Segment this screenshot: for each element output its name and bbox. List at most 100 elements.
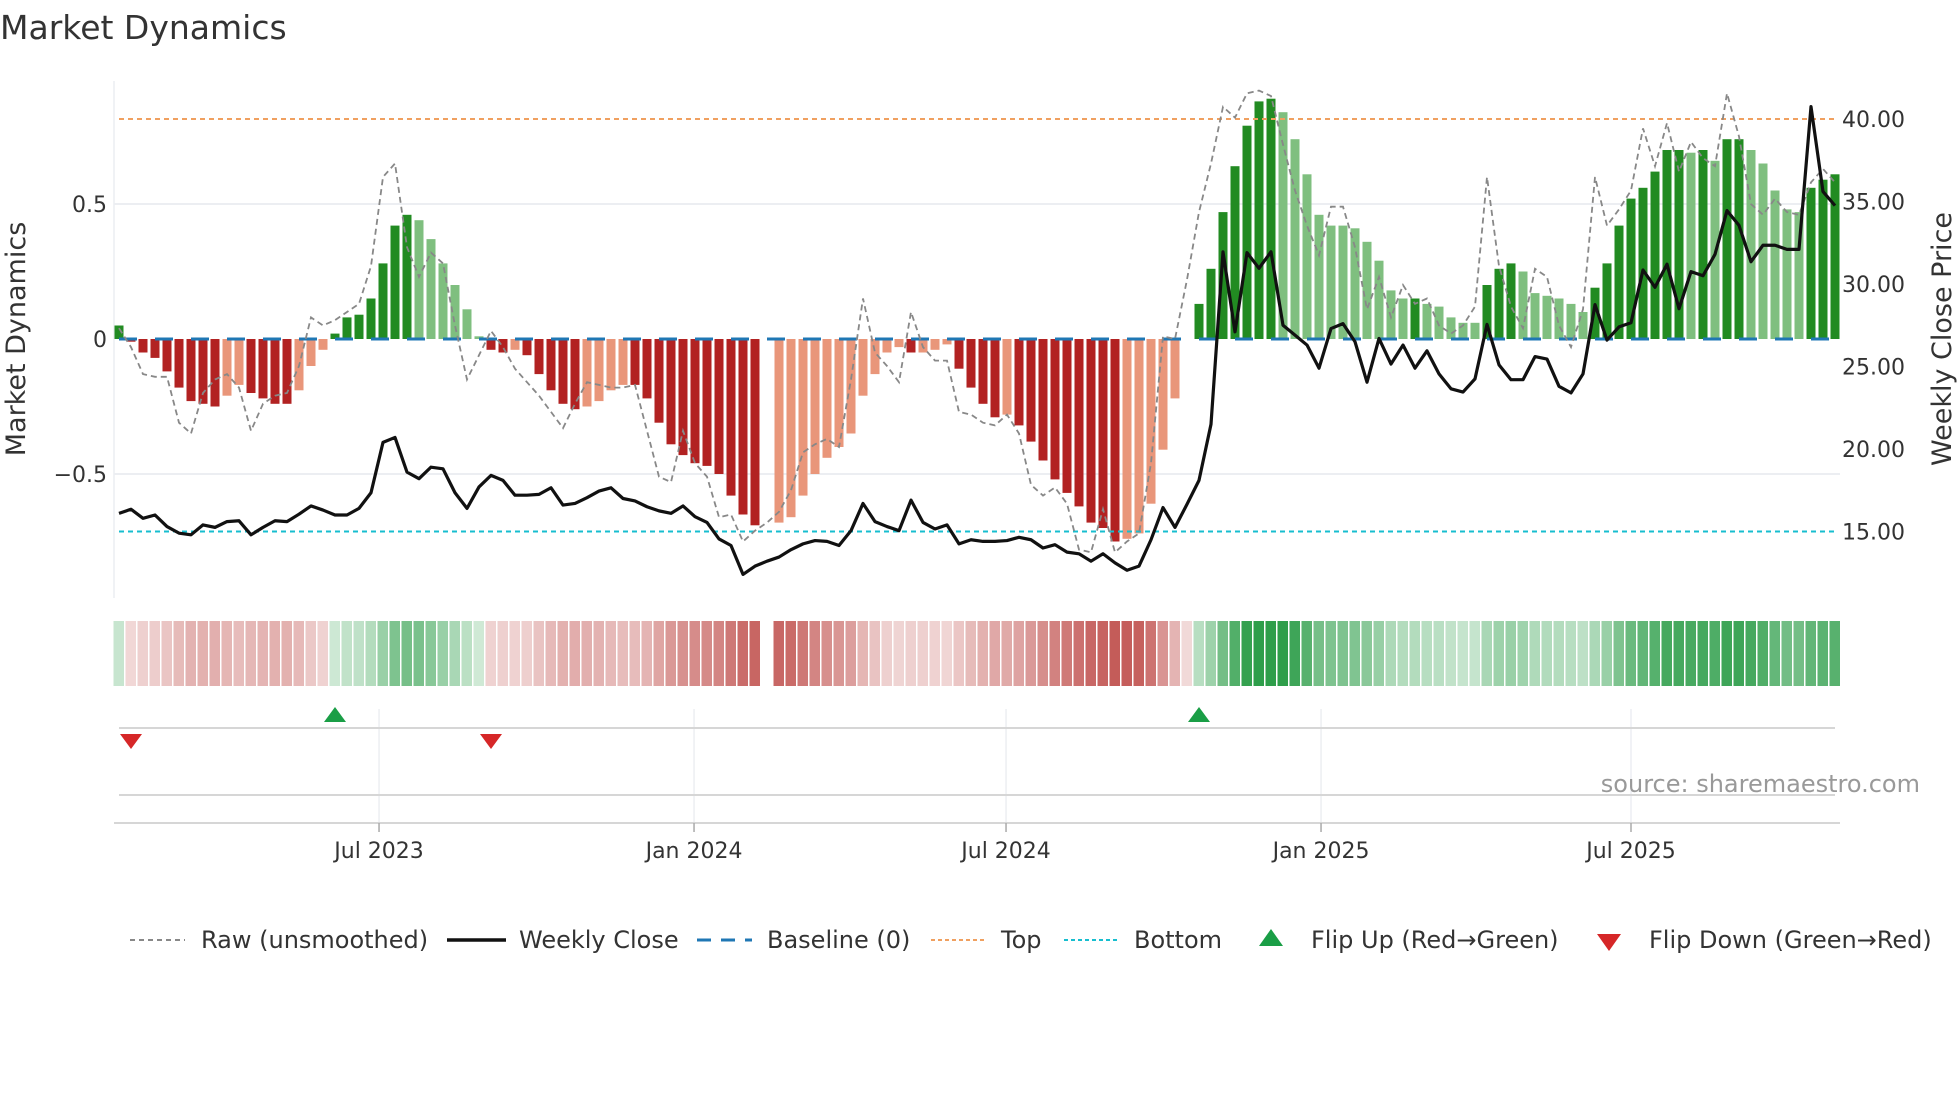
- bar-lr: [582, 339, 592, 407]
- heat-cell: [845, 621, 856, 686]
- heat-cell: [1169, 621, 1180, 686]
- heat-cell: [485, 621, 496, 686]
- bar-lr: [234, 339, 244, 385]
- heat-cell: [1553, 621, 1564, 686]
- right-tick-label: 30.00: [1842, 273, 1905, 298]
- heat-cell: [1397, 621, 1408, 686]
- bar-dr: [666, 339, 676, 445]
- source-watermark: source: sharemaestro.com: [1601, 770, 1920, 798]
- heat-cell: [929, 621, 940, 686]
- bar-dg: [1818, 179, 1828, 339]
- heat-cell: [401, 621, 412, 686]
- bar-lr: [594, 339, 604, 402]
- heat-cell: [473, 621, 484, 686]
- bar-lr: [1134, 339, 1144, 534]
- heat-cell: [1613, 621, 1624, 686]
- bar-dr: [162, 339, 172, 372]
- bar-dr: [750, 339, 760, 526]
- heat-cell: [149, 621, 160, 686]
- heat-cell: [1781, 621, 1792, 686]
- flip-down-marker: [480, 734, 502, 749]
- bar-lr: [1122, 339, 1132, 539]
- bar-dr: [1074, 339, 1084, 507]
- heat-cell: [533, 621, 544, 686]
- heat-cell: [1109, 621, 1120, 686]
- bar-dg: [342, 317, 352, 339]
- heat-cell: [161, 621, 172, 686]
- heat-cell: [1745, 621, 1756, 686]
- bar-dg: [1722, 139, 1732, 339]
- bar-dg: [354, 314, 364, 339]
- heat-cell: [1025, 621, 1036, 686]
- heat-cell: [1013, 621, 1024, 686]
- heat-cell: [389, 621, 400, 686]
- heat-cell: [557, 621, 568, 686]
- heat-cell: [1469, 621, 1480, 686]
- flip-panel: Jul 2023 Jan 2024 Jul 2024 Jan 2025 Jul 2025…: [114, 707, 1920, 864]
- heat-cell: [509, 621, 520, 686]
- heat-cell: [221, 621, 232, 686]
- heat-cell: [437, 621, 448, 686]
- heat-cell: [677, 621, 688, 686]
- heat-cell: [209, 621, 220, 686]
- heat-cell: [1073, 621, 1084, 686]
- bar-lr: [618, 339, 628, 385]
- heat-cell: [1481, 621, 1492, 686]
- heat-cell: [1709, 621, 1720, 686]
- bar-dg: [1830, 174, 1840, 339]
- bar-dg: [1266, 98, 1276, 339]
- weekly-close-line: [118, 105, 1837, 576]
- heat-cell: [365, 621, 376, 686]
- bar-lr: [810, 339, 820, 474]
- heat-cell: [413, 621, 424, 686]
- right-axis-ticks: 40.00 35.00 30.00 25.00 20.00 15.00: [1842, 108, 1905, 546]
- heat-cell: [1625, 621, 1636, 686]
- bar-dg: [1650, 171, 1660, 339]
- bar-lg: [1338, 225, 1348, 339]
- left-tick-label: −0.5: [54, 463, 107, 488]
- heat-cell: [905, 621, 916, 686]
- bar-lr: [798, 339, 808, 496]
- heat-cell: [137, 621, 148, 686]
- bar-dg: [1806, 187, 1816, 339]
- flip-down-marker: [120, 734, 142, 749]
- flip-up-marker: [1188, 707, 1210, 722]
- bar-lg: [1542, 295, 1552, 339]
- legend-flip-up-label: Flip Up (Red→Green): [1311, 926, 1559, 954]
- heat-cell: [1085, 621, 1096, 686]
- heat-cell: [293, 621, 304, 686]
- bar-lg: [1746, 150, 1756, 339]
- heat-cell: [1637, 621, 1648, 686]
- heat-cell: [1325, 621, 1336, 686]
- bar-dg: [1698, 150, 1708, 339]
- legend-top-label: Top: [1000, 926, 1042, 954]
- heat-cell: [353, 621, 364, 686]
- bar-lr: [1170, 339, 1180, 399]
- heat-cell: [329, 621, 340, 686]
- heat-cell: [977, 621, 988, 686]
- heat-cell: [521, 621, 532, 686]
- heat-cell: [953, 621, 964, 686]
- bar-dg: [390, 225, 400, 339]
- bar-dr: [726, 339, 736, 496]
- heat-cell: [1301, 621, 1312, 686]
- heat-cell: [125, 621, 136, 686]
- heat-cell: [1493, 621, 1504, 686]
- bar-lr: [930, 339, 940, 350]
- bar-dg: [1206, 268, 1216, 339]
- bar-dr: [1038, 339, 1048, 461]
- x-tick-label: Jan 2024: [644, 839, 743, 864]
- bar-dr: [702, 339, 712, 466]
- heat-cell: [269, 621, 280, 686]
- heat-cell: [1685, 621, 1696, 686]
- bar-dg: [1254, 101, 1264, 340]
- x-tick-label: Jul 2024: [959, 839, 1051, 864]
- heat-cell: [833, 621, 844, 686]
- date-gridlines: [378, 709, 1632, 823]
- bar-lr: [222, 339, 232, 396]
- bar-dr: [558, 339, 568, 404]
- heat-cell: [377, 621, 388, 686]
- heat-cell: [665, 621, 676, 686]
- heat-cell: [1157, 621, 1168, 686]
- bar-dg: [1638, 187, 1648, 339]
